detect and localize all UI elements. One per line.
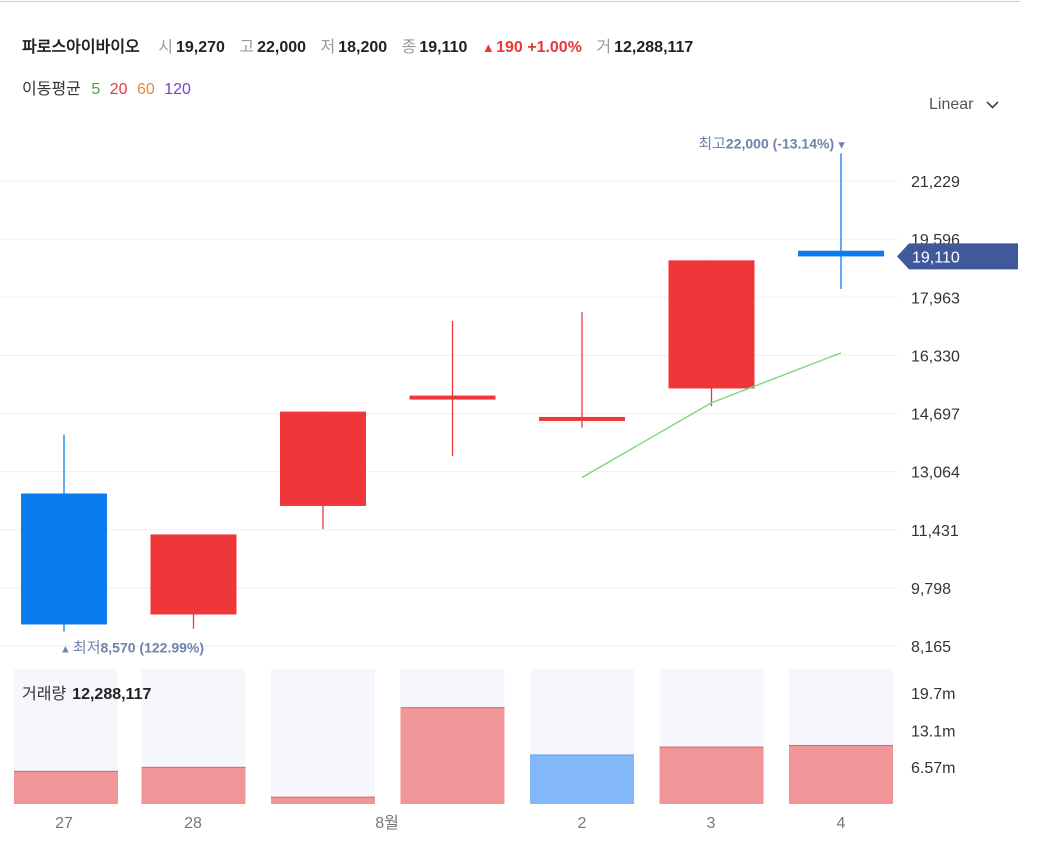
candle-body: [409, 395, 496, 400]
volume-bar-group: [789, 669, 893, 804]
low-annotation-label: 최저: [73, 640, 101, 657]
volume-bar-group: [530, 669, 634, 804]
y-tick-label: 9,798: [911, 581, 951, 598]
candle-body: [668, 260, 755, 389]
volume-tick-label: 13.1m: [911, 723, 955, 740]
x-tick-label: 28: [184, 815, 202, 832]
y-tick-label: 8,165: [911, 639, 951, 656]
volume-bar-group: [141, 669, 246, 804]
y-tick-label: 11,431: [911, 523, 959, 540]
volume-bar-group: [271, 669, 375, 804]
x-tick-label: 8월: [375, 814, 399, 832]
x-tick-label: 2: [578, 815, 587, 832]
y-tick-label: 21,229: [911, 174, 960, 191]
volume-bar-background: [271, 669, 375, 804]
y-tick-label: 13,064: [911, 465, 960, 482]
candle-body: [539, 416, 625, 421]
volume-bar: [271, 796, 375, 804]
volume-bar: [659, 746, 764, 804]
candle-body: [798, 250, 884, 257]
volume-tick-label: 19.7m: [911, 686, 955, 703]
candle-body: [150, 534, 237, 615]
high-annotation: 최고22,000 (-13.14%) ▼: [698, 136, 847, 153]
candle-body: [21, 493, 107, 625]
candle: [668, 260, 755, 407]
volume-bar: [530, 754, 634, 804]
volume-panel-title: 거래량 12,288,117: [22, 680, 151, 704]
candle: [409, 320, 496, 457]
high-annotation-label: 최고: [698, 136, 726, 153]
candle: [280, 411, 366, 530]
low-annotation: ▲ 최저8,570 (122.99%): [60, 640, 204, 657]
volume-panel-label: 거래량: [22, 686, 67, 703]
current-price-label: 19,110: [912, 249, 960, 266]
volume-bar: [789, 744, 893, 804]
volume-panel-value: 12,288,117: [72, 686, 152, 703]
volume-bar: [400, 707, 505, 804]
volume-bar-group: [659, 669, 764, 804]
y-tick-label: 14,697: [911, 407, 960, 424]
candle: [798, 153, 884, 289]
candle: [21, 434, 107, 632]
volume-tick-label: 6.57m: [911, 760, 955, 777]
candle: [539, 311, 625, 428]
x-tick-label: 3: [707, 815, 716, 832]
x-tick-label: 27: [55, 815, 73, 832]
volume-bar: [141, 766, 246, 804]
low-annotation-value: 8,570 (122.99%): [101, 640, 205, 656]
candle-body: [280, 411, 366, 506]
volume-bar-group: [400, 669, 505, 804]
down-triangle-icon: ▼: [836, 140, 847, 152]
y-tick-label: 16,330: [911, 348, 960, 365]
y-tick-label: 17,963: [911, 290, 960, 307]
x-tick-label: 4: [837, 815, 846, 832]
volume-bar: [14, 770, 118, 804]
price-chart[interactable]: 21,22919,59617,96316,33014,69713,06411,4…: [0, 0, 1043, 854]
up-triangle-icon: ▲: [60, 644, 71, 656]
candle: [150, 534, 237, 629]
high-annotation-value: 22,000 (-13.14%): [726, 136, 834, 152]
